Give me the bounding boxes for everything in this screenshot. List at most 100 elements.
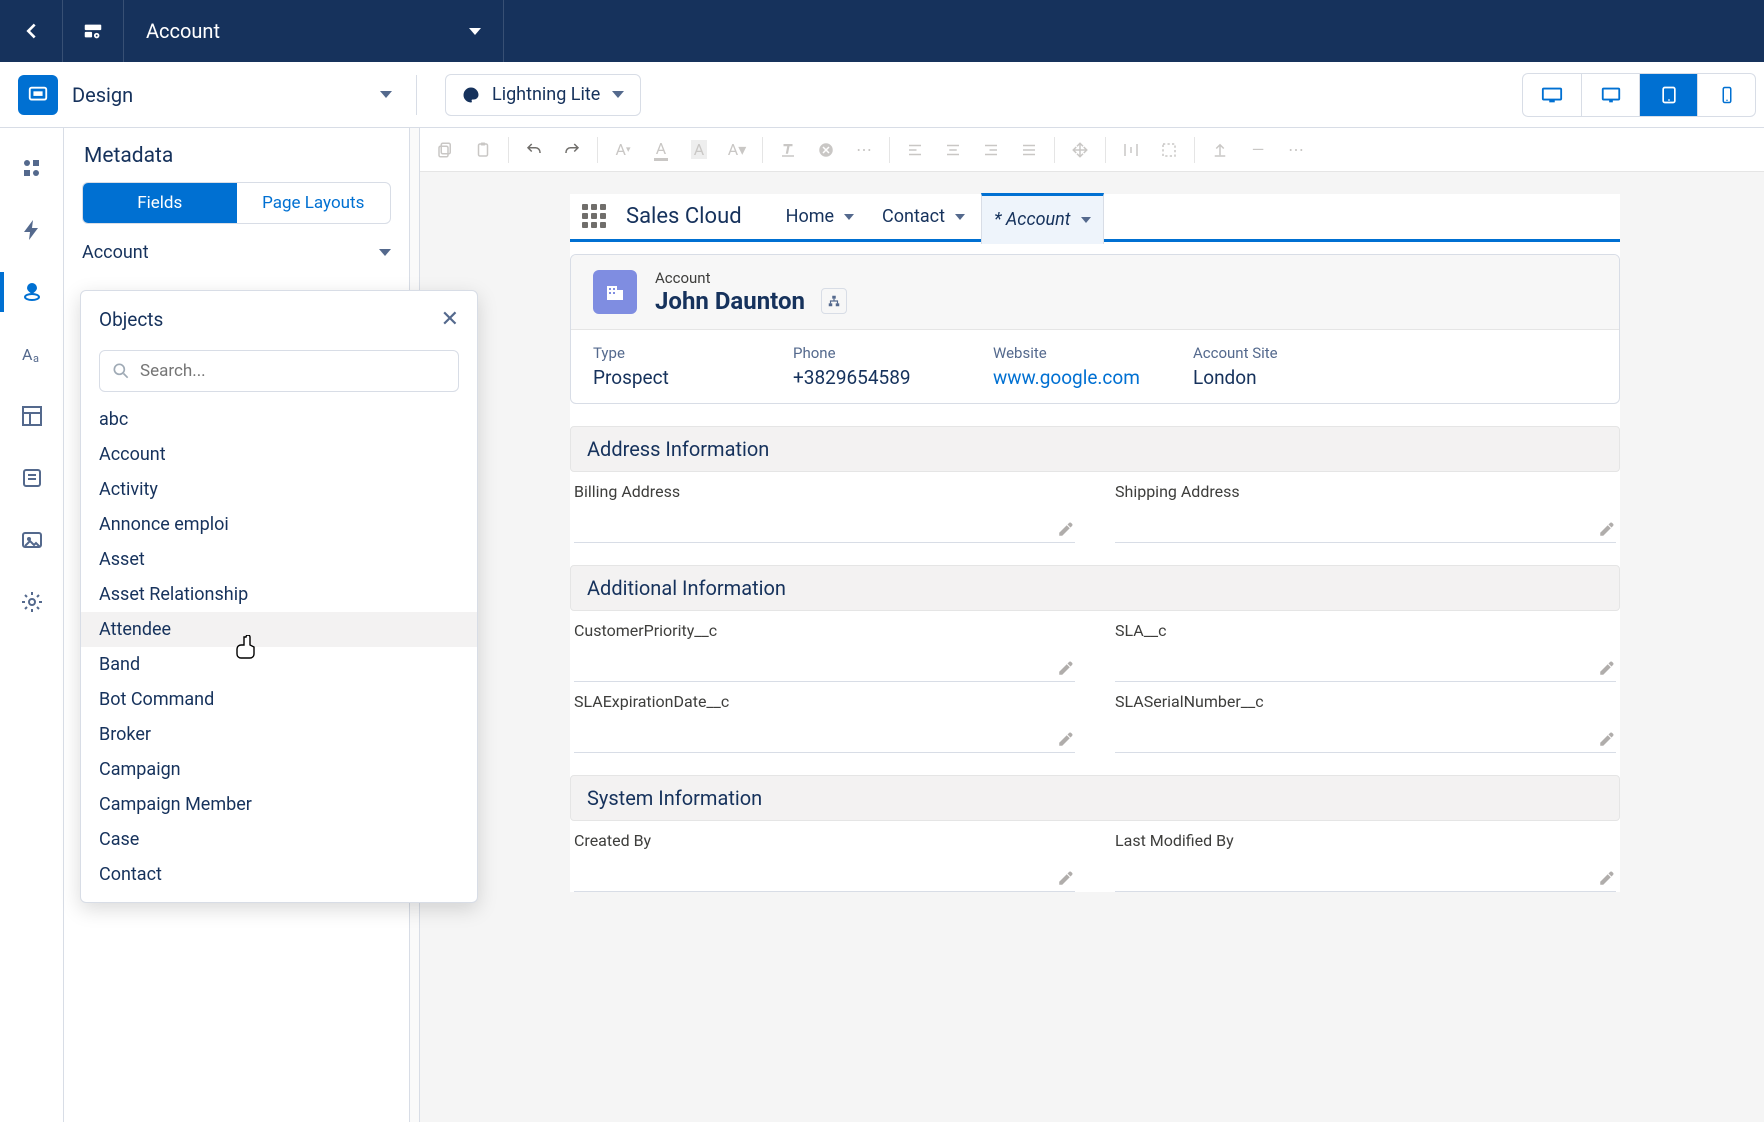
record-card: Account John Daunton TypeProspect Phone+3… — [570, 254, 1620, 404]
back-button[interactable] — [0, 0, 62, 62]
viewport-desktop-wide[interactable] — [1523, 74, 1581, 116]
tb-align-center[interactable] — [936, 133, 970, 167]
object-selector[interactable]: Account — [82, 242, 391, 263]
object-list-item[interactable]: Case — [81, 822, 477, 857]
object-list-item[interactable]: Bot Command — [81, 682, 477, 717]
record-type-label: Account — [655, 269, 847, 287]
objects-list: abcAccountActivityAnnonce emploiAssetAss… — [81, 402, 477, 892]
svg-text:a: a — [33, 352, 39, 365]
tb-align-left[interactable] — [898, 133, 932, 167]
tb-remove[interactable]: — — [1241, 133, 1275, 167]
tb-font-family[interactable]: A▾ — [720, 133, 754, 167]
app-switcher-button[interactable] — [62, 0, 124, 62]
chevron-down-icon — [379, 249, 391, 256]
detail-section: Address Information Billing Address Shippi… — [570, 426, 1620, 543]
tb-bring-front[interactable] — [1203, 133, 1237, 167]
rail-content[interactable] — [0, 450, 64, 506]
object-selector-label: Account — [82, 242, 149, 263]
object-list-item[interactable]: Contact — [81, 857, 477, 892]
design-icon — [18, 75, 58, 115]
object-list-item[interactable]: Activity — [81, 472, 477, 507]
rail-data[interactable] — [0, 264, 64, 320]
preview-tab[interactable]: * Account — [981, 193, 1104, 244]
object-list-item[interactable]: Band — [81, 647, 477, 682]
rail-actions[interactable] — [0, 202, 64, 258]
preview-tab[interactable]: Home — [774, 193, 866, 241]
app-name: Sales Cloud — [626, 204, 742, 229]
viewport-phone[interactable] — [1697, 74, 1755, 116]
section-header: System Information — [570, 775, 1620, 821]
tb-move[interactable] — [1063, 133, 1097, 167]
app-launcher-icon[interactable] — [582, 204, 608, 230]
field-slot[interactable]: Shipping Address — [1115, 482, 1616, 543]
tb-clear-format[interactable] — [771, 133, 805, 167]
tb-paste[interactable] — [466, 133, 500, 167]
rail-typography[interactable]: Aa — [0, 326, 64, 382]
account-icon — [593, 270, 637, 314]
tab-fields[interactable]: Fields — [83, 183, 237, 223]
object-list-item[interactable]: Annonce emploi — [81, 507, 477, 542]
field-slot[interactable]: SLASerialNumber__c — [1115, 692, 1616, 753]
highlight-field: TypeProspect — [593, 344, 753, 389]
tb-overflow[interactable]: ⋯ — [1279, 133, 1313, 167]
mode-label: Design — [72, 83, 366, 107]
section-header: Address Information — [570, 426, 1620, 472]
sidebar-title: Metadata — [64, 144, 409, 182]
popover-title: Objects — [99, 308, 163, 331]
tb-delete[interactable] — [809, 133, 843, 167]
design-bar: Design Lightning Lite — [0, 62, 1764, 128]
mode-selector[interactable]: Design — [0, 75, 410, 115]
tab-page-layouts[interactable]: Page Layouts — [237, 183, 391, 223]
close-icon[interactable]: ✕ — [441, 307, 459, 332]
viewport-tablet[interactable] — [1639, 74, 1697, 116]
objects-search-input[interactable] — [99, 350, 459, 392]
rail-layout[interactable] — [0, 388, 64, 444]
object-list-item[interactable]: Campaign Member — [81, 787, 477, 822]
hierarchy-button[interactable] — [821, 288, 847, 314]
chevron-down-icon — [612, 91, 624, 98]
tb-distribute[interactable] — [1114, 133, 1148, 167]
object-list-item[interactable]: Asset Relationship — [81, 577, 477, 612]
object-list-item[interactable]: Asset — [81, 542, 477, 577]
object-list-item[interactable]: Attendee — [81, 612, 477, 647]
object-list-item[interactable]: Broker — [81, 717, 477, 752]
rail-media[interactable] — [0, 512, 64, 568]
field-slot[interactable]: SLAExpirationDate__c — [574, 692, 1075, 753]
tb-align-right[interactable] — [974, 133, 1008, 167]
field-slot[interactable]: CustomerPriority__c — [574, 621, 1075, 682]
tb-select[interactable] — [1152, 133, 1186, 167]
search-icon — [111, 361, 131, 381]
tb-highlight[interactable]: A — [682, 133, 716, 167]
object-dropdown-label: Account — [146, 19, 220, 43]
rail-components[interactable] — [0, 140, 64, 196]
object-list-item[interactable]: Account — [81, 437, 477, 472]
tb-redo[interactable] — [555, 133, 589, 167]
tb-font-color[interactable]: A — [644, 133, 678, 167]
section-header: Additional Information — [570, 565, 1620, 611]
object-list-item[interactable]: Campaign — [81, 752, 477, 787]
object-dropdown[interactable]: Account — [124, 0, 504, 62]
field-slot[interactable]: Billing Address — [574, 482, 1075, 543]
rail-settings[interactable] — [0, 574, 64, 630]
detail-section: Additional Information CustomerPriority__… — [570, 565, 1620, 753]
objects-search — [99, 350, 459, 392]
highlight-field: Account SiteLondon — [1193, 344, 1353, 389]
highlight-field: Phone+3829654589 — [793, 344, 953, 389]
object-list-item[interactable]: abc — [81, 402, 477, 437]
tb-undo[interactable] — [517, 133, 551, 167]
top-navbar: Account — [0, 0, 1764, 62]
chevron-down-icon — [380, 91, 392, 98]
tb-font-size[interactable]: A▾ — [606, 133, 640, 167]
record-name: John Daunton — [655, 287, 805, 315]
objects-popover: Objects ✕ abcAccountActivityAnnonce empl… — [80, 290, 478, 903]
tb-align-justify[interactable] — [1012, 133, 1046, 167]
tb-more[interactable]: ⋯ — [847, 133, 881, 167]
preview-tab[interactable]: Contact — [870, 193, 977, 241]
viewport-desktop[interactable] — [1581, 74, 1639, 116]
tb-copy[interactable] — [428, 133, 462, 167]
field-slot[interactable]: Created By — [574, 831, 1075, 892]
theme-picker[interactable]: Lightning Lite — [445, 74, 641, 116]
field-slot[interactable]: Last Modified By — [1115, 831, 1616, 892]
chevron-down-icon — [469, 28, 481, 35]
field-slot[interactable]: SLA__c — [1115, 621, 1616, 682]
